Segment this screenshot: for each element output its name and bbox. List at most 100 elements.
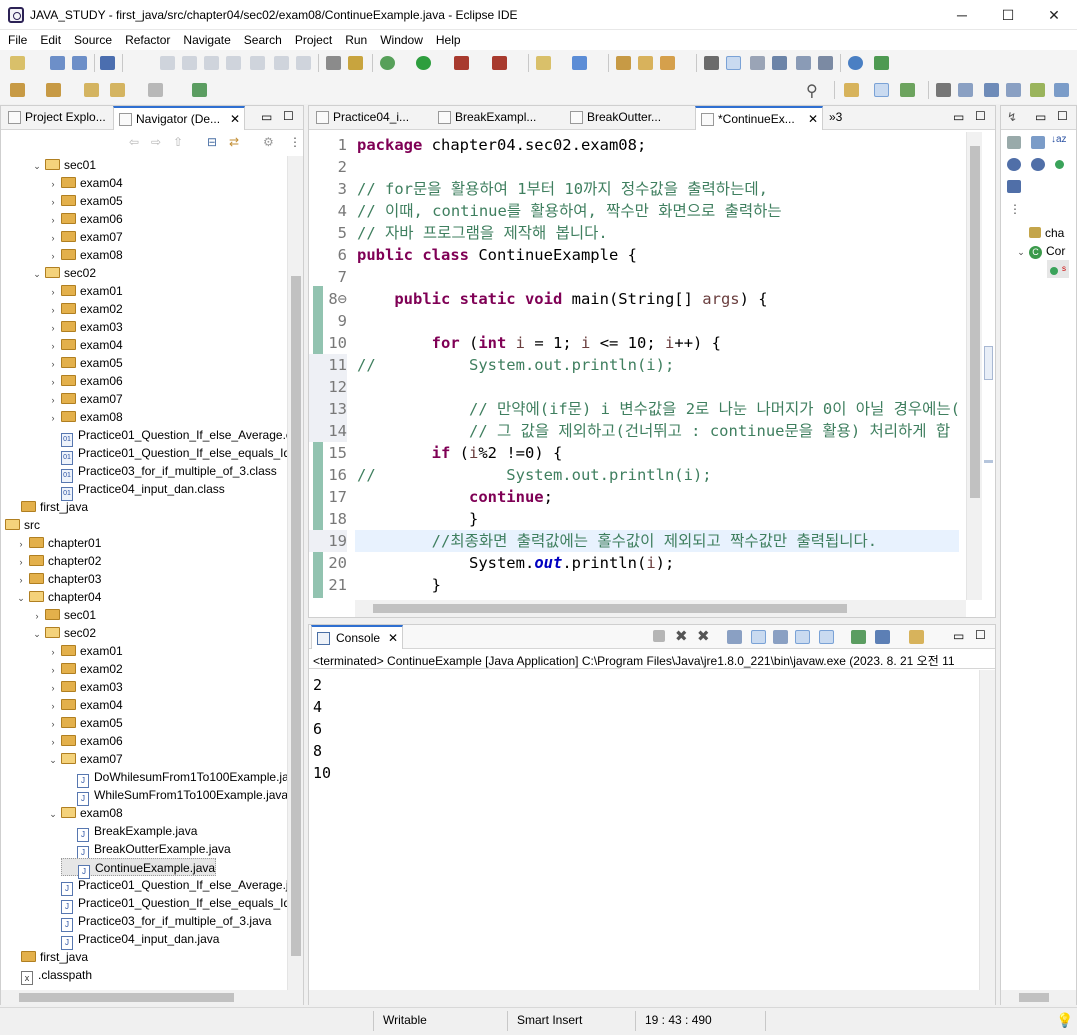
- chevron-down-icon[interactable]: ⌄: [29, 157, 45, 175]
- resume-icon[interactable]: [160, 56, 175, 70]
- code-line[interactable]: if (i%2 !=0) {: [357, 442, 563, 464]
- chevron-right-icon[interactable]: ›: [45, 661, 61, 679]
- scrollbar-thumb[interactable]: [970, 146, 980, 498]
- outline-package[interactable]: cha: [1029, 224, 1064, 242]
- tree-folder-item[interactable]: › exam04: [45, 336, 123, 354]
- chevron-right-icon[interactable]: ›: [45, 301, 61, 319]
- open-perspective-icon[interactable]: [844, 83, 859, 97]
- use-step-filters-icon[interactable]: [326, 56, 341, 70]
- collapse-all-icon[interactable]: ⊟: [207, 135, 217, 149]
- code-line[interactable]: }: [357, 508, 478, 530]
- open-task-icon[interactable]: [638, 56, 653, 70]
- show-on-stdout-icon[interactable]: [795, 630, 810, 644]
- tree-file-item[interactable]: J BreakExample.java: [61, 822, 197, 842]
- next-annotation-icon[interactable]: [10, 83, 25, 97]
- outline-horizontal-scrollbar[interactable]: [1001, 990, 1076, 1005]
- scrollbar-thumb[interactable]: [373, 604, 847, 613]
- tree-folder-item[interactable]: ⌄ exam07: [45, 750, 122, 768]
- scrollbar-thumb[interactable]: [1019, 993, 1049, 1002]
- chevron-right-icon[interactable]: ›: [45, 409, 61, 427]
- menu-edit[interactable]: Edit: [32, 30, 66, 47]
- maximize-button[interactable]: ☐: [985, 0, 1031, 30]
- suspend-icon[interactable]: [182, 56, 197, 70]
- tree-folder-item[interactable]: › exam05: [45, 192, 123, 210]
- code-line[interactable]: public class ContinueExample {: [357, 244, 637, 266]
- code-area[interactable]: 1 package chapter04.sec02.exam08; 2 3 // for…: [309, 132, 959, 600]
- minimize-outline-icon[interactable]: ▭: [1035, 110, 1046, 124]
- editor-horizontal-scrollbar[interactable]: [355, 600, 966, 617]
- code-line[interactable]: // 만약에(if문) i 변수값을 2로 나눈 나머지가 0이 아닐 경우에는…: [357, 398, 959, 420]
- menu-window[interactable]: Window: [372, 30, 428, 47]
- tree-folder-item[interactable]: › exam08: [45, 408, 123, 426]
- outline-main-method[interactable]: s: [1047, 260, 1069, 278]
- up-icon[interactable]: ⇧: [173, 135, 183, 149]
- search-tool-icon[interactable]: [660, 56, 675, 70]
- tree-folder-item[interactable]: ⌄ exam08: [45, 804, 122, 822]
- globe-icon[interactable]: [848, 56, 863, 70]
- tree-file-item[interactable]: J DoWhilesumFrom1To100Example.java: [61, 768, 287, 788]
- tree-file-item[interactable]: J ContinueExample.java: [61, 858, 217, 879]
- hide-nonpublic-icon[interactable]: [1031, 158, 1045, 171]
- tree-folder-item[interactable]: › exam01: [45, 282, 123, 300]
- view-icon-2[interactable]: [984, 83, 999, 97]
- tab-continueexample[interactable]: *ContinueEx... ✕: [695, 106, 823, 130]
- tree-folder-item[interactable]: ⌄ chapter04: [13, 588, 101, 606]
- tab-breakexample[interactable]: BreakExampl...: [433, 106, 561, 130]
- back-icon[interactable]: [110, 83, 125, 97]
- tree-folder-item[interactable]: › exam02: [45, 300, 123, 318]
- restore-icon[interactable]: [936, 83, 951, 97]
- new-icon[interactable]: [10, 56, 25, 70]
- last-edit-location-icon[interactable]: [84, 83, 99, 97]
- chevron-down-icon[interactable]: ⌄: [29, 625, 45, 643]
- tree-folder-item[interactable]: src: [5, 516, 40, 534]
- chevron-right-icon[interactable]: ›: [13, 571, 29, 589]
- scrollbar-thumb[interactable]: [291, 276, 301, 956]
- clear-console-icon[interactable]: [727, 630, 742, 644]
- view-icon-5[interactable]: [1054, 83, 1069, 97]
- outline-tab-icon[interactable]: ↯: [1007, 110, 1017, 124]
- close-button[interactable]: ✕: [1031, 0, 1077, 30]
- forward-arrow-icon[interactable]: ⇨: [151, 135, 161, 149]
- hide-static-icon[interactable]: [1007, 158, 1021, 171]
- view-icon-3[interactable]: [1006, 83, 1021, 97]
- menu-file[interactable]: File: [0, 30, 32, 47]
- show-on-stderr-icon[interactable]: [819, 630, 834, 644]
- pin-editor-icon[interactable]: [192, 83, 207, 97]
- console-horizontal-scrollbar[interactable]: [309, 990, 995, 1005]
- maximize-editor-icon[interactable]: ☐: [975, 109, 986, 123]
- code-line[interactable]: for (int i = 1; i <= 10; i++) {: [357, 332, 721, 354]
- new-class-icon[interactable]: [572, 56, 587, 70]
- tab-console[interactable]: Console ✕: [311, 625, 403, 649]
- code-line[interactable]: // 자바 프로그램을 제작해 봅니다.: [357, 222, 608, 244]
- tree-file-item[interactable]: J Practice01_Question_If_else_Average.jav…: [45, 876, 287, 896]
- chevron-right-icon[interactable]: ›: [45, 193, 61, 211]
- open-type-icon[interactable]: [616, 56, 631, 70]
- save-all-icon[interactable]: [72, 56, 87, 70]
- code-line[interactable]: System.out.println(i);: [357, 552, 674, 574]
- maximize-console-icon[interactable]: ☐: [975, 628, 986, 642]
- chevron-right-icon[interactable]: ›: [45, 247, 61, 265]
- scrollbar-thumb[interactable]: [19, 993, 234, 1002]
- menu-help[interactable]: Help: [428, 30, 466, 47]
- minimize-console-icon[interactable]: ▭: [953, 629, 964, 643]
- chevron-right-icon[interactable]: ›: [45, 355, 61, 373]
- tree-file-item[interactable]: 01 Practice04_input_dan.class: [45, 480, 225, 501]
- chevron-right-icon[interactable]: ›: [29, 607, 45, 625]
- tab-navigator[interactable]: Navigator (De... ✕: [113, 106, 245, 130]
- view-icon-4[interactable]: [1030, 83, 1045, 97]
- tree-folder-item[interactable]: › chapter02: [13, 552, 102, 570]
- open-console-icon[interactable]: [909, 630, 924, 644]
- chevron-down-icon[interactable]: ⌄: [13, 589, 29, 607]
- close-tab-icon[interactable]: ✕: [388, 627, 398, 649]
- tree-file-item[interactable]: J Practice04_input_dan.java: [45, 930, 219, 950]
- chevron-right-icon[interactable]: ›: [45, 733, 61, 751]
- chevron-right-icon[interactable]: ›: [45, 715, 61, 733]
- filters-icon[interactable]: ⚙: [263, 135, 274, 149]
- tab-project-explorer[interactable]: Project Explo...: [3, 106, 111, 130]
- alphabetical-sort-icon[interactable]: ↓az: [1051, 134, 1067, 145]
- menu-refactor[interactable]: Refactor: [117, 30, 175, 47]
- tree-file-item[interactable]: 01Practice01_Question_If_else_Average.cl…: [45, 426, 287, 447]
- chevron-down-icon[interactable]: ⌄: [29, 265, 45, 283]
- tree-folder-item[interactable]: › exam07: [45, 228, 123, 246]
- view-icon-1[interactable]: [958, 83, 973, 97]
